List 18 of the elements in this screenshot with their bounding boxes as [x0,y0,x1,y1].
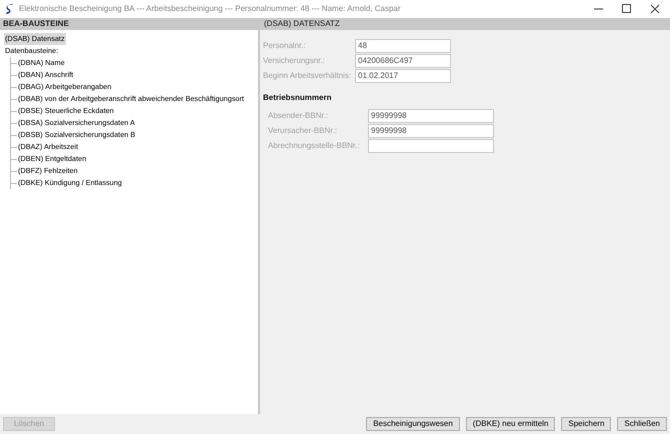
field-label: Beginn Arbeitsverhältnis: [263,70,352,82]
close-icon[interactable] [650,4,660,14]
window-title: Elektronische Bescheinigung BA --- Arbeitsbescheinigung --- Personalnummer: 48 --- Name: Arnold, Caspar [19,3,401,15]
action-button[interactable]: (DBKE) neu ermitteln [466,417,556,431]
action-button[interactable]: Speichern [561,417,612,431]
field-label: Personalnr.: [263,40,307,52]
action-button[interactable]: Bescheinigungswesen [366,417,460,431]
section-title: Betriebsnummern [263,92,332,104]
field-label: Verursacher-BBNr.: [268,124,338,136]
maximize-icon[interactable] [622,4,632,14]
field-label: Abrechnungsstelle-BBNr.: [268,140,361,152]
field-label: Versicherungsnr.: [263,54,326,66]
field-label: Absender-BBNr.: [268,110,330,122]
panel-header: (DSAB) DATENSATZ [260,18,670,30]
panel-header: BEA-BAUSTEINE [0,18,258,30]
app-logo-icon [5,4,14,14]
input-field[interactable] [368,138,494,152]
action-button[interactable]: Schließen [617,417,667,431]
